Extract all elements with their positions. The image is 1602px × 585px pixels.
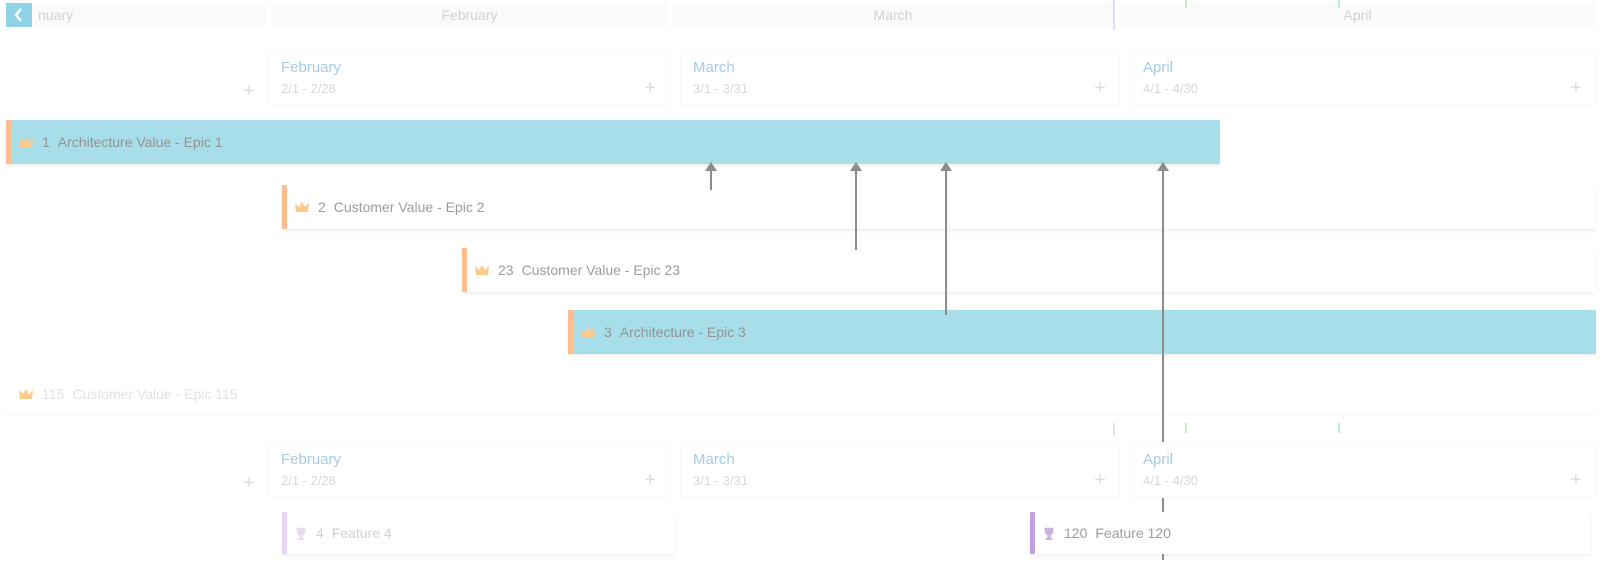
epic-title: Customer Value - Epic 23 <box>522 262 680 278</box>
plus-icon: + <box>1570 469 1582 492</box>
epic-bar-1[interactable]: 1 Architecture Value - Epic 1 <box>6 120 1220 164</box>
epic-id: 3 <box>604 324 612 340</box>
add-button[interactable]: + <box>1565 77 1587 99</box>
period-card-april-top[interactable]: April 4/1 - 4/30 + <box>1130 50 1596 106</box>
epic-title: Architecture Value - Epic 1 <box>58 134 223 150</box>
today-marker <box>1113 423 1115 435</box>
period-range: 4/1 - 4/30 <box>1143 81 1198 96</box>
period-title: March <box>693 451 735 468</box>
milestone-tick <box>1338 423 1340 433</box>
dependency-arrow <box>1162 170 1164 560</box>
period-card-march-bottom[interactable]: March 3/1 - 3/31 + <box>680 442 1120 498</box>
scroll-left-button[interactable] <box>6 3 32 27</box>
plus-icon: + <box>1570 77 1582 100</box>
epic-id: 115 <box>42 386 64 402</box>
dependency-arrow <box>710 170 712 190</box>
epic-id: 1 <box>42 134 50 150</box>
feature-bar-120[interactable]: 120 Feature 120 <box>1030 512 1590 554</box>
month-header-label: nuary <box>38 7 73 23</box>
period-title: April <box>1143 59 1173 76</box>
period-card-february-bottom[interactable]: February 2/1 - 2/28 + <box>268 442 670 498</box>
feature-title: Feature 120 <box>1095 525 1171 541</box>
dependency-arrow <box>855 170 857 250</box>
crown-icon <box>18 135 34 149</box>
plus-icon: + <box>644 77 656 100</box>
month-header-april: April <box>1119 3 1596 27</box>
period-title: April <box>1143 451 1173 468</box>
trophy-icon <box>294 525 308 541</box>
trophy-icon <box>1042 525 1056 541</box>
period-range: 3/1 - 3/31 <box>693 473 748 488</box>
period-range: 4/1 - 4/30 <box>1143 473 1198 488</box>
add-button[interactable]: + <box>639 77 661 99</box>
plus-icon: + <box>1094 77 1106 100</box>
epic-bar-3[interactable]: 3 Architecture - Epic 3 <box>568 310 1596 354</box>
period-card-february-top[interactable]: February 2/1 - 2/28 + <box>268 50 670 106</box>
epic-accent <box>462 248 467 292</box>
epic-bar-115[interactable]: 115 Customer Value - Epic 115 <box>6 375 1596 413</box>
epic-accent <box>6 120 11 164</box>
period-title: February <box>281 451 341 468</box>
plus-icon: + <box>243 80 255 103</box>
epic-accent <box>568 310 573 354</box>
add-button[interactable]: + <box>238 80 260 102</box>
plus-icon: + <box>243 472 255 495</box>
month-header-label: February <box>441 7 497 23</box>
month-header-label: March <box>874 7 913 23</box>
month-header-january: nuary <box>6 3 266 27</box>
feature-id: 4 <box>316 525 324 541</box>
epic-title: Customer Value - Epic 2 <box>334 199 485 215</box>
dependency-arrow <box>945 170 947 315</box>
feature-accent <box>1030 512 1035 554</box>
month-header-label: April <box>1343 7 1371 23</box>
period-title: February <box>281 59 341 76</box>
add-button[interactable]: + <box>639 469 661 491</box>
epic-bar-23[interactable]: 23 Customer Value - Epic 23 <box>462 248 1596 292</box>
today-marker <box>1113 0 1115 30</box>
epic-bar-2[interactable]: 2 Customer Value - Epic 2 <box>282 185 1596 229</box>
milestone-tick <box>1338 0 1340 8</box>
crown-icon <box>580 325 596 339</box>
feature-accent <box>282 512 287 554</box>
period-card-april-bottom[interactable]: April 4/1 - 4/30 + <box>1130 442 1596 498</box>
feature-id: 120 <box>1064 525 1087 541</box>
period-card-march-top[interactable]: March 3/1 - 3/31 + <box>680 50 1120 106</box>
crown-icon <box>294 200 310 214</box>
add-button[interactable]: + <box>238 472 260 494</box>
add-button[interactable]: + <box>1565 469 1587 491</box>
period-range: 3/1 - 3/31 <box>693 81 748 96</box>
milestone-tick <box>1185 0 1187 8</box>
feature-title: Feature 4 <box>332 525 392 541</box>
milestone-tick <box>1185 423 1187 433</box>
crown-icon <box>18 387 34 401</box>
plus-icon: + <box>644 469 656 492</box>
feature-bar-4[interactable]: 4 Feature 4 <box>282 512 674 554</box>
period-range: 2/1 - 2/28 <box>281 81 336 96</box>
month-header-march: March <box>673 3 1113 27</box>
epic-id: 2 <box>318 199 326 215</box>
epic-title: Architecture - Epic 3 <box>620 324 746 340</box>
epic-id: 23 <box>498 262 514 278</box>
add-button[interactable]: + <box>1089 469 1111 491</box>
add-button[interactable]: + <box>1089 77 1111 99</box>
period-range: 2/1 - 2/28 <box>281 473 336 488</box>
plus-icon: + <box>1094 469 1106 492</box>
crown-icon <box>474 263 490 277</box>
epic-title: Customer Value - Epic 115 <box>72 386 237 402</box>
period-title: March <box>693 59 735 76</box>
epic-accent <box>282 185 287 229</box>
month-header-february: February <box>272 3 667 27</box>
